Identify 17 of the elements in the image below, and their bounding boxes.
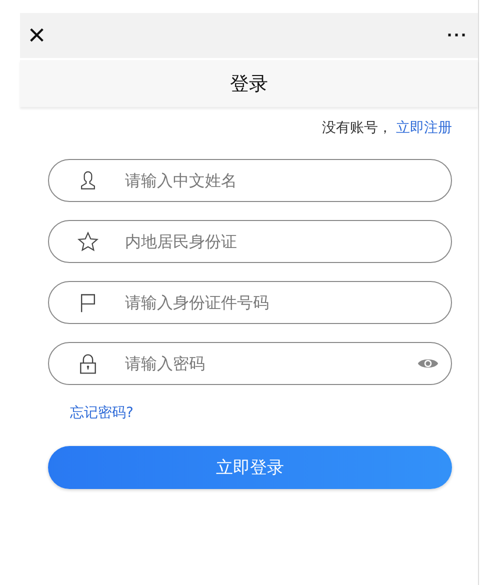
forgot-password-link[interactable]: 忘记密码? [70,404,134,422]
lock-icon [77,352,99,374]
input-field[interactable]: 请输入身份证件号码 [48,281,452,324]
page-title: 登录 [230,72,268,96]
login-button[interactable]: 立即登录 [48,446,452,489]
text-input[interactable]: 请输入身份证件号码 [123,292,439,313]
input-field[interactable]: 请输入密码 [48,342,452,385]
input-field[interactable]: 请输入中文姓名 [48,159,452,202]
close-button[interactable]: × [28,20,46,50]
text-input[interactable]: 请输入密码 [123,353,417,374]
register-prompt: 没有账号， [322,119,392,138]
register-link[interactable]: 立即注册 [396,119,452,141]
input-field[interactable]: 内地居民身份证 [48,220,452,263]
more-button[interactable]: ··· [447,25,468,46]
text-input[interactable]: 请输入中文姓名 [123,170,439,191]
star-icon [77,230,99,252]
text-input[interactable]: 内地居民身份证 [123,231,439,252]
